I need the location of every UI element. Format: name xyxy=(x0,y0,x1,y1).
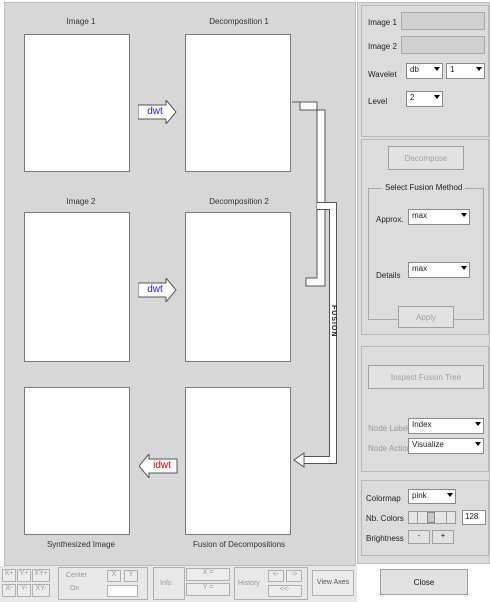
chevron-down-icon xyxy=(476,67,482,71)
xy-plus-button[interactable]: XY+ xyxy=(32,569,50,582)
colormap-select[interactable]: pink xyxy=(408,489,456,504)
center-on-label: On xyxy=(70,585,80,592)
center-label: Center xyxy=(66,572,88,579)
details-select[interactable]: max xyxy=(408,262,470,278)
x-minus-button[interactable]: X- xyxy=(2,584,16,597)
decompose-button[interactable]: Decompose xyxy=(388,146,464,170)
wavelet-order-select[interactable]: 1 xyxy=(446,63,485,79)
approx-select[interactable]: max xyxy=(408,209,470,225)
level-value: 2 xyxy=(410,93,415,102)
node-action-value: Visualize xyxy=(412,440,444,449)
node-action-select[interactable]: Visualize xyxy=(408,438,484,454)
node-label-value: Index xyxy=(412,420,432,429)
chevron-down-icon xyxy=(461,213,467,217)
fusion-title: Fusion of Decompositions xyxy=(192,540,286,549)
level-select[interactable]: 2 xyxy=(406,91,443,107)
decomposition2-title: Decomposition 2 xyxy=(209,197,269,206)
inspect-fusion-tree-button[interactable]: Inspect Fusion Tree xyxy=(368,365,484,389)
synthesized-image-title: Synthesized Image xyxy=(46,540,116,549)
wavelet-family-select[interactable]: db xyxy=(406,63,443,79)
center-y-button[interactable]: Y xyxy=(124,570,138,582)
slider-thumb[interactable] xyxy=(427,512,435,523)
colormap-value: pink xyxy=(412,491,427,500)
decomposition1-axes[interactable] xyxy=(185,34,291,172)
x-readout: X = xyxy=(186,568,230,581)
nb-colors-field[interactable]: 128 xyxy=(462,510,486,525)
chevron-down-icon xyxy=(447,493,453,497)
history-back-all-button[interactable]: <<- xyxy=(268,585,302,597)
image2-axes[interactable] xyxy=(24,212,130,362)
decomposition1-title: Decomposition 1 xyxy=(209,17,269,26)
apply-button[interactable]: Apply xyxy=(398,306,454,328)
image1-label: Image 1 xyxy=(368,18,397,27)
y-readout: Y = xyxy=(186,583,230,596)
idwt-arrow: idwt xyxy=(139,454,179,478)
approx-label: Approx. xyxy=(376,215,404,224)
details-label: Details xyxy=(376,271,401,280)
dwt-label-1: dwt xyxy=(147,106,163,117)
fusion-method-section: Decompose Select Fusion Method Approx. m… xyxy=(361,139,489,335)
control-panel: Image 1 Image 2 Wavelet db 1 Level 2 Dec… xyxy=(357,2,490,595)
image2-title: Image 2 xyxy=(66,197,96,206)
details-value: max xyxy=(412,264,428,273)
dwt-label-2: dwt xyxy=(147,284,163,295)
fusion-method-title: Select Fusion Method xyxy=(382,183,466,192)
slider-right-arrow[interactable] xyxy=(446,512,455,523)
image1-field xyxy=(401,12,485,30)
view-axes-button[interactable]: View Axes xyxy=(312,570,354,596)
xy-minus-button[interactable]: XY- xyxy=(32,584,50,597)
wavelet-family-value: db xyxy=(410,65,419,74)
dwt-arrow-2: dwt xyxy=(138,278,178,302)
fusion-method-frame xyxy=(368,188,484,320)
nb-colors-slider[interactable] xyxy=(408,511,456,524)
fusion-axes[interactable] xyxy=(185,387,291,535)
image1-title: Image 1 xyxy=(66,17,96,26)
close-button[interactable]: Close xyxy=(380,569,468,595)
synthesized-image-axes[interactable] xyxy=(24,387,130,535)
colormap-section: Colormap pink Nb. Colors 128 Brightness … xyxy=(361,480,489,556)
history-back-button[interactable]: <- xyxy=(268,570,284,582)
y-plus-button[interactable]: Y+ xyxy=(17,569,31,582)
chevron-down-icon xyxy=(475,442,481,446)
node-action-label: Node Action xyxy=(368,444,412,453)
chevron-down-icon xyxy=(461,266,467,270)
nb-colors-label: Nb. Colors xyxy=(366,514,404,523)
chevron-down-icon xyxy=(434,67,440,71)
chevron-down-icon xyxy=(434,95,440,99)
brightness-label: Brightness xyxy=(366,534,404,543)
y-minus-button[interactable]: Y- xyxy=(17,584,31,597)
wavelet-order-value: 1 xyxy=(450,65,455,74)
wavelet-section: Image 1 Image 2 Wavelet db 1 Level 2 xyxy=(361,5,489,137)
x-plus-button[interactable]: X+ xyxy=(2,569,16,582)
colormap-label: Colormap xyxy=(366,494,401,503)
approx-value: max xyxy=(412,211,428,220)
level-label: Level xyxy=(368,97,388,106)
brightness-minus-button[interactable]: - xyxy=(408,530,430,544)
image1-axes[interactable] xyxy=(24,34,130,172)
chevron-down-icon xyxy=(475,422,481,426)
center-x-button[interactable]: X xyxy=(107,570,121,582)
history-forward-button[interactable]: -> xyxy=(286,570,302,582)
image2-label: Image 2 xyxy=(368,42,397,51)
node-label-select[interactable]: Index xyxy=(408,418,484,434)
info-label: Info xyxy=(160,580,172,587)
history-label: History xyxy=(238,580,260,587)
slider-left-arrow[interactable] xyxy=(409,512,418,523)
image2-field xyxy=(401,36,485,54)
fusion-connector xyxy=(292,101,337,468)
idwt-label: idwt xyxy=(153,460,171,471)
decomposition2-axes[interactable] xyxy=(185,212,291,362)
dwt-arrow-1: dwt xyxy=(138,100,178,124)
fusion-tree-section: Inspect Fusion Tree Node Label Index Nod… xyxy=(361,346,489,472)
center-on-field[interactable] xyxy=(107,585,138,597)
axes-toolbar: X+ Y+ XY+ X- Y- XY- Center On X Y Info X… xyxy=(0,566,357,602)
figure-area: Image 1 Decomposition 1 Image 2 Decompos… xyxy=(4,2,356,566)
brightness-plus-button[interactable]: + xyxy=(432,530,454,544)
wavelet-label: Wavelet xyxy=(368,70,397,79)
node-label-label: Node Label xyxy=(368,424,409,433)
fusion-label: FUSION xyxy=(330,305,337,338)
